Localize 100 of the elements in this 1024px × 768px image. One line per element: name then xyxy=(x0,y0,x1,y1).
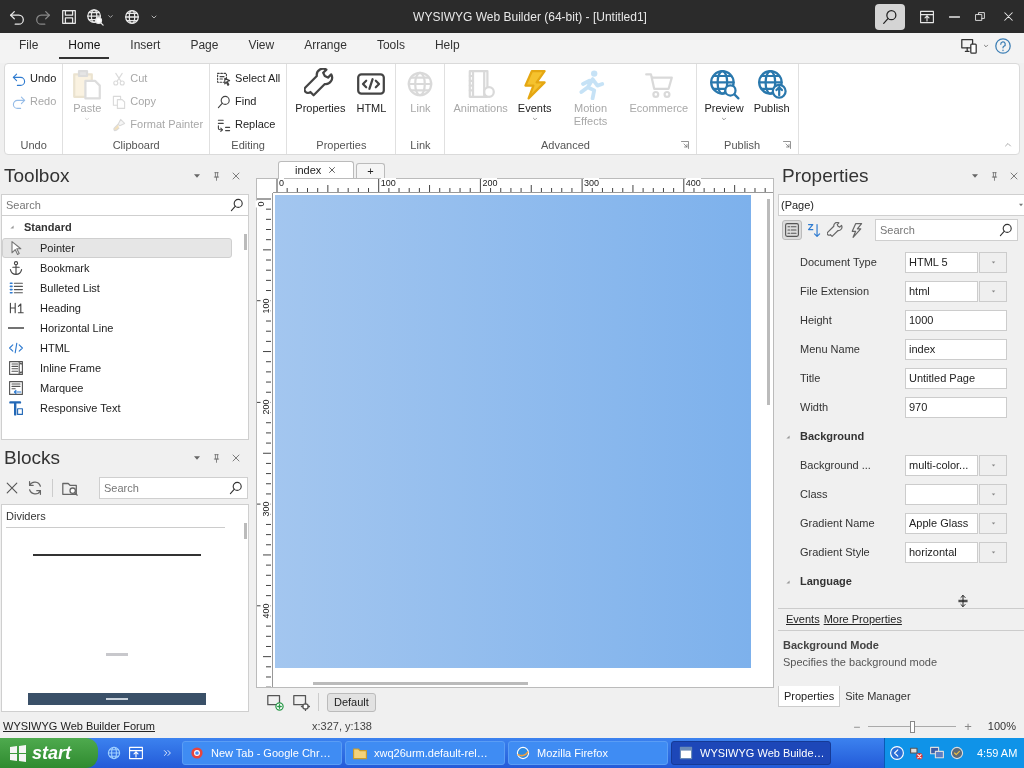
toolbox-item[interactable]: Bookmark xyxy=(2,258,232,278)
property-label: Document Type xyxy=(800,255,878,271)
dropdown-icon xyxy=(989,259,997,266)
property-label: Class xyxy=(800,487,829,503)
menu-tab[interactable]: File xyxy=(10,36,48,59)
document-tab[interactable]: index xyxy=(278,161,355,178)
copy-icon xyxy=(111,93,128,110)
property-field[interactable]: multi-color... xyxy=(905,455,978,476)
launcher-icon xyxy=(781,140,792,150)
ribbon-button[interactable]: Preview xyxy=(702,68,746,136)
brush-icon xyxy=(111,116,128,133)
page-canvas[interactable] xyxy=(275,195,751,668)
dropdown-button[interactable] xyxy=(979,542,1007,563)
scrollbar-thumb[interactable] xyxy=(244,234,247,250)
property-field[interactable] xyxy=(905,484,978,505)
property-field[interactable]: horizontal xyxy=(905,542,978,563)
pointer-icon xyxy=(8,240,24,256)
menu-tab[interactable]: Home xyxy=(59,36,110,59)
minimize-icon xyxy=(949,15,960,18)
ribbon-button[interactable]: Replace xyxy=(216,114,281,135)
zoom-slider[interactable] xyxy=(868,720,957,733)
property-field[interactable]: index xyxy=(905,339,1007,360)
scrollbar-thumb[interactable] xyxy=(313,682,528,685)
dropdown-button[interactable] xyxy=(979,455,1007,476)
sort-icon xyxy=(806,221,823,239)
list-icon xyxy=(8,280,24,296)
categorized-button[interactable] xyxy=(782,220,802,240)
scrollbar-thumb[interactable] xyxy=(767,199,770,405)
cursor-coordinates: x:327, y:138 xyxy=(312,719,372,735)
property-field[interactable]: 970 xyxy=(905,397,1007,418)
start-button[interactable]: start xyxy=(0,738,98,768)
ruler-label: 0 xyxy=(278,177,286,190)
divider-preview-drawing[interactable] xyxy=(33,553,201,556)
panel-tab[interactable]: Site Manager xyxy=(840,686,916,707)
caret-icon xyxy=(982,42,990,50)
ruler-label: 300 xyxy=(260,500,271,518)
dropdown-button[interactable] xyxy=(979,281,1007,302)
toolbox-item[interactable]: Heading xyxy=(2,298,232,318)
slider-thumb[interactable] xyxy=(910,720,916,733)
forum-link[interactable]: WYSIWYG Web Builder Forum xyxy=(0,718,312,735)
property-field[interactable]: html xyxy=(905,281,978,302)
group-label: Properties xyxy=(315,137,368,153)
menu-tab[interactable]: Page xyxy=(181,36,228,59)
ribbon-button[interactable]: Undo xyxy=(11,68,57,89)
menu-tab[interactable]: Arrange xyxy=(295,36,356,59)
taskbar-task[interactable]: WYSIWYG Web Builde… xyxy=(671,741,831,765)
search-field[interactable]: Search xyxy=(99,477,248,499)
new-tab-button[interactable]: + xyxy=(356,163,385,178)
ribbon-button[interactable]: HTML xyxy=(353,68,390,136)
description-text: Specifies the background mode xyxy=(783,654,939,670)
menu-tab[interactable]: Tools xyxy=(367,36,414,59)
object-dropdown[interactable]: (Page) xyxy=(778,194,1024,216)
ribbon-button[interactable]: Properties xyxy=(293,68,348,136)
search-button[interactable] xyxy=(875,3,905,30)
launcher-icon xyxy=(679,140,690,150)
dropdown-icon xyxy=(989,520,997,527)
ribbon-button[interactable]: Find xyxy=(216,91,281,112)
property-field[interactable]: Untitled Page xyxy=(905,368,1007,389)
dropdown-button[interactable] xyxy=(979,252,1007,273)
select-icon xyxy=(216,70,233,87)
search-field[interactable]: Search xyxy=(1,194,249,216)
panel-tab[interactable]: Properties xyxy=(778,686,841,707)
menu-tab[interactable]: Insert xyxy=(121,36,170,59)
property-field[interactable]: HTML 5 xyxy=(905,252,978,273)
link[interactable]: Events xyxy=(786,611,820,628)
toolbox-item[interactable]: Inline Frame xyxy=(2,358,232,378)
resize-cursor-icon xyxy=(956,594,970,608)
dropdown-icon xyxy=(989,491,997,498)
search-field[interactable]: Search xyxy=(875,219,1018,241)
category-label: Dividers xyxy=(6,508,225,528)
dialog-launcher[interactable] xyxy=(679,140,690,150)
app-icon xyxy=(678,745,694,761)
toolbox-item[interactable]: Pointer xyxy=(2,238,232,258)
group-label: Publish xyxy=(723,137,762,153)
save-icon xyxy=(60,7,78,26)
globe-search-icon xyxy=(86,7,104,26)
dialog-launcher[interactable] xyxy=(781,140,792,150)
group-label: Advanced xyxy=(540,137,591,153)
menu-tab[interactable]: Help xyxy=(425,36,469,59)
dropdown-button[interactable] xyxy=(979,513,1007,534)
divider-preview-drawing[interactable] xyxy=(28,692,206,705)
link[interactable]: More Properties xyxy=(823,611,902,628)
scrollbar-thumb[interactable] xyxy=(244,523,247,539)
menu-tab[interactable]: View xyxy=(239,36,284,59)
chevron-icon xyxy=(162,747,174,759)
toolbox-item[interactable]: Horizontal Line xyxy=(2,318,232,338)
toolbox-item[interactable]: Marquee xyxy=(2,378,232,398)
panel-title: Toolbox xyxy=(4,163,70,188)
toolbox-item[interactable]: HTML xyxy=(2,338,232,358)
ribbon-button[interactable]: Publish xyxy=(751,68,792,136)
property-field[interactable]: Apple Glass xyxy=(905,513,978,534)
toolbox-item[interactable]: Responsive Text xyxy=(2,398,232,418)
ruler-label: 0 xyxy=(255,200,266,208)
ribbon-button[interactable]: Select All xyxy=(216,68,281,89)
property-field[interactable]: 1000 xyxy=(905,310,1007,331)
ribbon-button[interactable]: Events xyxy=(515,68,554,136)
dropdown-button[interactable] xyxy=(979,484,1007,505)
toolbox-item[interactable]: Bulleted List xyxy=(2,278,232,298)
layout-button[interactable]: Default xyxy=(327,692,376,712)
monitor-icon xyxy=(929,745,945,761)
